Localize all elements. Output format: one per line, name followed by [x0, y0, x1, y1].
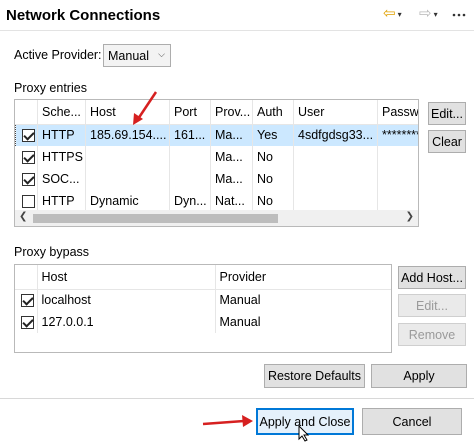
column-header-host[interactable]: Host	[37, 265, 216, 290]
restore-defaults-button[interactable]: Restore Defaults	[264, 364, 365, 388]
checkbox-column-header	[15, 265, 38, 290]
remove-bypass-button[interactable]: Remove	[398, 323, 466, 346]
proxy-bypass-table[interactable]: Host Provider localhost Manual 127.0.0.1 Ma…	[14, 264, 392, 353]
table-row[interactable]: SOC... Ma... No	[15, 168, 418, 190]
table-row[interactable]: HTTPS Ma... No	[15, 146, 418, 168]
edit-proxy-button[interactable]: Edit...	[428, 102, 466, 125]
active-provider-label: Active Provider:	[14, 48, 102, 62]
chevron-down-icon: ▾	[397, 9, 402, 19]
active-provider-value: Manual	[108, 48, 149, 63]
row-checkbox-cell[interactable]	[15, 190, 38, 210]
cell-user	[293, 168, 378, 190]
cell-password	[377, 146, 418, 168]
column-header-password[interactable]: Passwor	[377, 100, 418, 125]
view-menu-icon[interactable]	[451, 8, 467, 25]
row-checkbox[interactable]	[22, 129, 35, 143]
row-checkbox[interactable]	[21, 294, 34, 308]
row-checkbox[interactable]	[21, 316, 34, 330]
horizontal-scrollbar[interactable]: ❮ ❯	[14, 210, 419, 227]
cell-auth: Yes	[252, 124, 294, 146]
cell-host	[85, 168, 170, 190]
apply-button[interactable]: Apply	[371, 364, 467, 388]
cell-host: localhost	[37, 289, 216, 311]
chevron-down-icon: ▾	[433, 9, 438, 19]
cell-auth: No	[252, 190, 294, 210]
cell-port	[169, 146, 211, 168]
nav-forward[interactable]: ⇨ ▾	[419, 6, 438, 22]
cell-user	[293, 146, 378, 168]
nav-back[interactable]: ⇦ ▾	[383, 6, 402, 22]
cell-user: 4sdfgdsg33...	[293, 124, 378, 146]
add-host-button[interactable]: Add Host...	[398, 266, 466, 289]
cell-scheme: HTTP	[37, 190, 86, 210]
cell-port	[169, 168, 211, 190]
row-checkbox[interactable]	[21, 151, 35, 165]
table-header-row: Host Provider	[15, 265, 391, 290]
cell-scheme: HTTP	[37, 124, 86, 146]
column-header-provider[interactable]: Provider	[215, 265, 391, 290]
proxy-entries-table[interactable]: Sche... Host Port Prov... Auth User Pass…	[14, 99, 419, 211]
back-arrow-icon: ⇦	[383, 5, 396, 22]
cell-auth: No	[252, 146, 294, 168]
cell-auth: No	[252, 168, 294, 190]
cell-password: *********	[377, 124, 418, 146]
cell-host: 185.69.154....	[85, 124, 170, 146]
cell-provider: Ma...	[210, 124, 253, 146]
column-header-provider[interactable]: Prov...	[210, 100, 253, 125]
table-header-row: Sche... Host Port Prov... Auth User Pass…	[15, 100, 418, 125]
row-checkbox[interactable]	[21, 173, 35, 187]
row-checkbox-cell[interactable]	[15, 311, 38, 333]
column-header-port[interactable]: Port	[169, 100, 211, 125]
row-checkbox-cell[interactable]	[15, 168, 38, 190]
cell-user	[293, 190, 378, 210]
window-title: Network Connections	[6, 7, 161, 24]
scrollbar-thumb[interactable]	[33, 214, 278, 223]
cell-provider: Manual	[215, 311, 391, 333]
cell-provider: Ma...	[210, 168, 253, 190]
scroll-left-icon[interactable]: ❮	[19, 211, 27, 222]
cancel-button[interactable]: Cancel	[362, 408, 462, 435]
cell-scheme: HTTPS	[37, 146, 86, 168]
active-provider-select[interactable]: Manual ⌵	[103, 44, 171, 67]
cell-port: Dyn...	[169, 190, 211, 210]
checkbox-column-header	[15, 100, 38, 125]
row-checkbox[interactable]	[21, 195, 35, 209]
cell-password	[377, 168, 418, 190]
proxy-entries-label: Proxy entries	[14, 81, 87, 95]
cell-port: 161...	[169, 124, 211, 146]
cell-provider: Manual	[215, 289, 391, 311]
cell-provider: Nat...	[210, 190, 253, 210]
column-header-auth[interactable]: Auth	[252, 100, 294, 125]
column-header-scheme[interactable]: Sche...	[37, 100, 86, 125]
cell-host: 127.0.0.1	[37, 311, 216, 333]
table-row[interactable]: localhost Manual	[15, 289, 391, 311]
footer-divider	[0, 398, 474, 399]
cell-scheme: SOC...	[37, 168, 86, 190]
chevron-down-icon: ⌵	[158, 49, 165, 59]
table-row[interactable]: 127.0.0.1 Manual	[15, 311, 391, 333]
column-header-user[interactable]: User	[293, 100, 378, 125]
forward-arrow-icon: ⇨	[419, 5, 432, 22]
edit-bypass-button[interactable]: Edit...	[398, 294, 466, 317]
scroll-right-icon[interactable]: ❯	[406, 211, 414, 222]
table-row[interactable]: HTTP 185.69.154.... 161... Ma... Yes 4sdfgdsg…	[15, 124, 418, 146]
cell-host	[85, 146, 170, 168]
clear-proxy-button[interactable]: Clear	[428, 130, 466, 153]
header-divider	[0, 30, 474, 31]
row-checkbox-cell[interactable]	[15, 289, 38, 311]
mouse-cursor-icon	[298, 425, 310, 442]
cell-host: Dynamic	[85, 190, 170, 210]
annotation-arrow-apply-close	[202, 415, 253, 427]
column-header-host[interactable]: Host	[85, 100, 170, 125]
cell-password	[377, 190, 418, 210]
proxy-bypass-label: Proxy bypass	[14, 245, 90, 259]
row-checkbox-cell[interactable]	[15, 146, 38, 168]
table-row[interactable]: HTTP Dynamic Dyn... Nat... No	[15, 190, 418, 210]
cell-provider: Ma...	[210, 146, 253, 168]
row-checkbox-cell[interactable]	[15, 124, 38, 146]
